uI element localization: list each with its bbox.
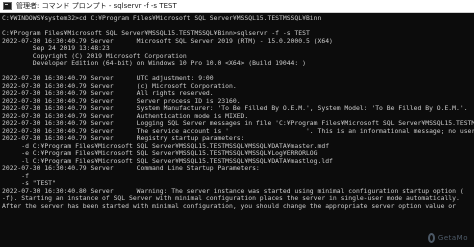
watermark-logo-icon bbox=[428, 233, 435, 243]
console-line: -f bbox=[2, 171, 29, 180]
console-line: 2022-07-30 16:30:40.79 Server Command Li… bbox=[2, 164, 260, 172]
watermark-logo: GetaMo bbox=[428, 232, 468, 244]
console-output[interactable]: C:¥WINDOWS¥system32>cd C:¥Program Files¥… bbox=[2, 15, 474, 247]
console-line: C:¥WINDOWS¥system32>cd C:¥Program Files¥… bbox=[2, 15, 322, 22]
console-line: Developer Edition (64-bit) on Windows 10… bbox=[2, 59, 306, 67]
command-prompt-icon bbox=[3, 2, 12, 10]
command-prompt-window: 管理者: コマンド プロンプト - sqlservr -f -s TEST C:… bbox=[0, 0, 474, 247]
watermark-text: GetaMo bbox=[437, 234, 468, 242]
window-title-bar[interactable]: 管理者: コマンド プロンプト - sqlservr -f -s TEST bbox=[0, 0, 474, 13]
window-title: 管理者: コマンド プロンプト - sqlservr -f -s TEST bbox=[16, 1, 177, 10]
console-line: After the server has been started with m… bbox=[2, 201, 457, 210]
